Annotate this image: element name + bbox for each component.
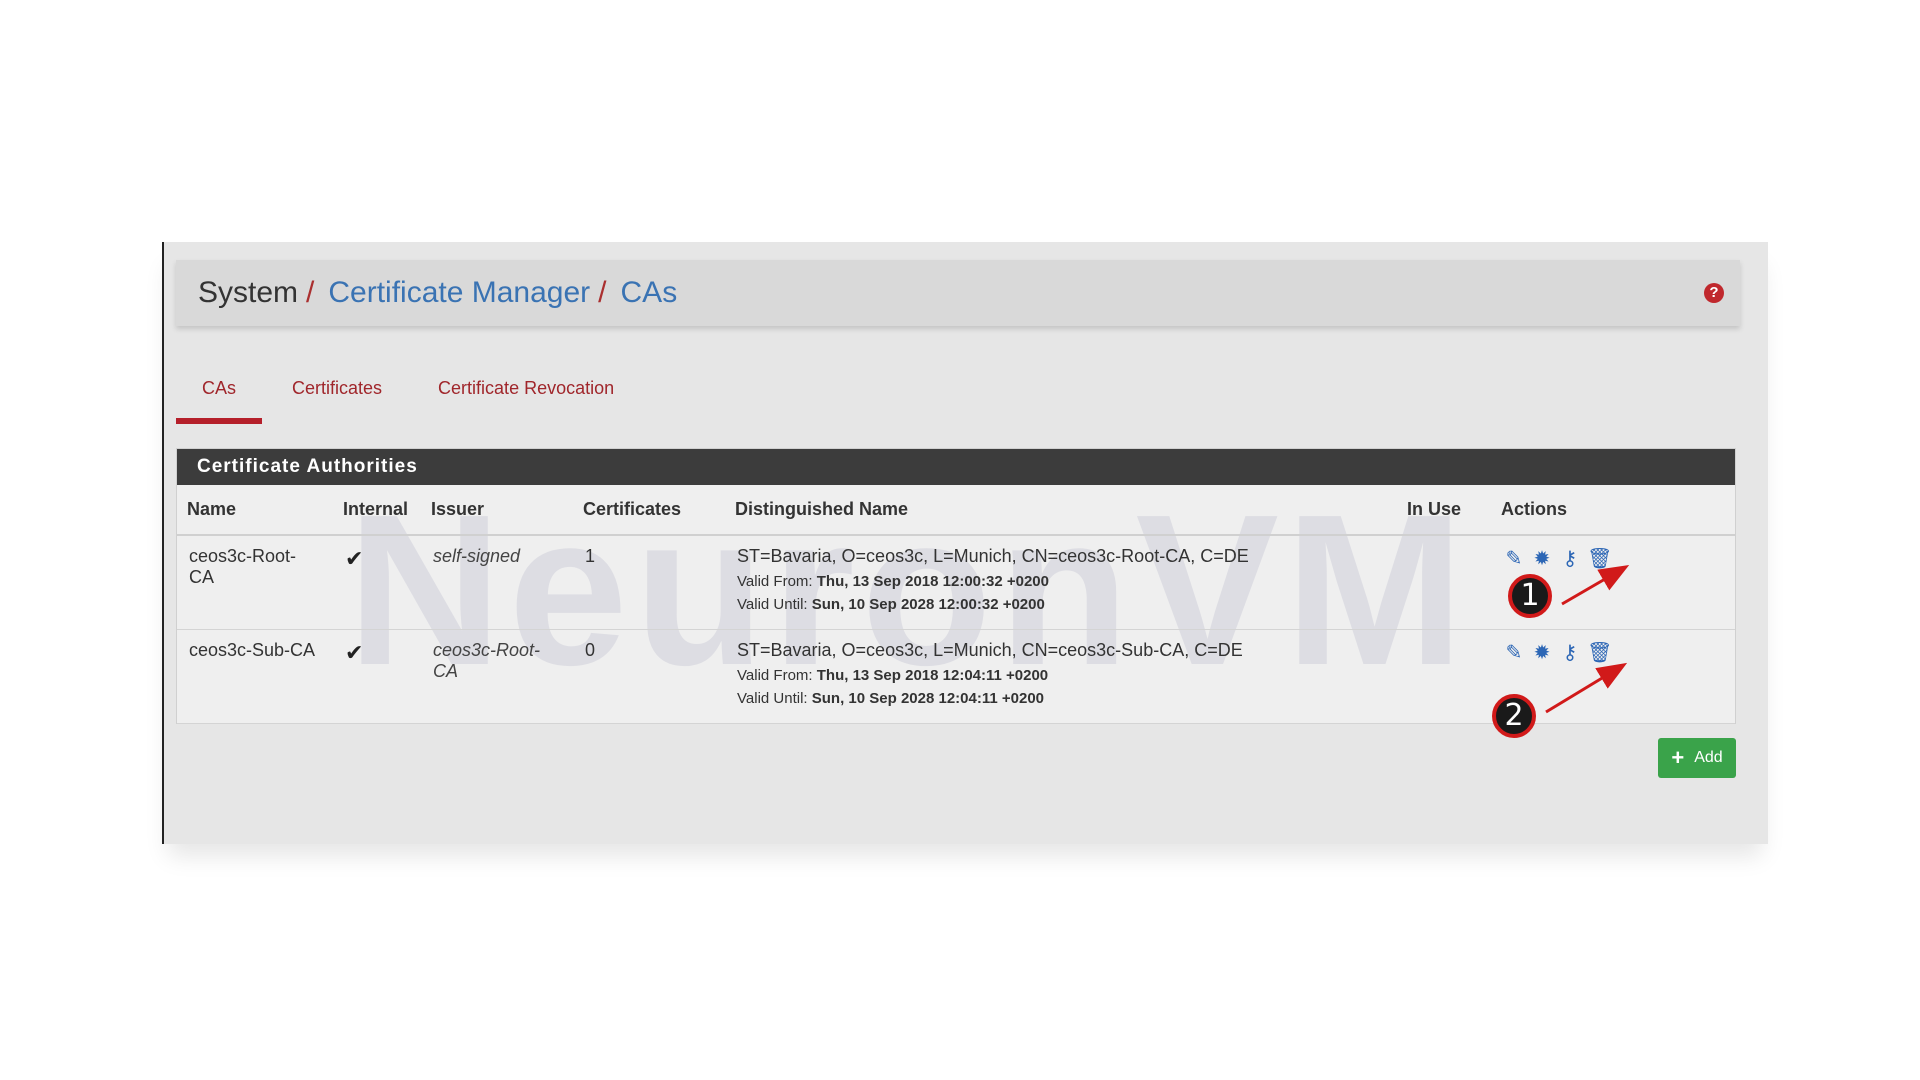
dn-text: ST=Bavaria, O=ceos3c, L=Munich, CN=ceos3… xyxy=(737,546,1249,566)
cell-certificates: 1 xyxy=(573,535,725,630)
cell-issuer: self-signed xyxy=(421,535,573,630)
key-icon[interactable]: ⚷ xyxy=(1559,640,1581,665)
valid-until: Valid Until: Sun, 10 Sep 2028 12:04:11 +… xyxy=(737,690,1385,707)
column-header-actions: Actions xyxy=(1491,485,1735,536)
column-header-distinguished-name[interactable]: Distinguished Name xyxy=(725,485,1397,536)
tab-bar: CAs Certificates Certificate Revocation xyxy=(176,372,644,424)
trash-icon[interactable]: 🗑 xyxy=(1587,640,1612,665)
check-icon: ✔ xyxy=(345,639,364,665)
add-button[interactable]: + Add xyxy=(1658,738,1736,778)
column-header-name[interactable]: Name xyxy=(177,485,333,536)
ca-table: Name Internal Issuer Certificates Distin… xyxy=(177,485,1735,724)
cell-distinguished-name: ST=Bavaria, O=ceos3c, L=Munich, CN=ceos3… xyxy=(725,535,1397,630)
cell-internal: ✔ xyxy=(333,535,421,630)
valid-until-value: Sun, 10 Sep 2028 12:04:11 +0200 xyxy=(811,689,1045,707)
certificate-authorities-panel: Certificate Authorities NeuronVM Name In… xyxy=(176,448,1736,724)
cell-name: ceos3c-Root-CA xyxy=(177,535,333,630)
add-button-label: Add xyxy=(1694,749,1723,766)
cell-internal: ✔ xyxy=(333,629,421,724)
tab-certificates[interactable]: Certificates xyxy=(266,372,408,424)
valid-until-label: Valid Until: xyxy=(737,689,808,707)
tab-cas[interactable]: CAs xyxy=(176,372,263,424)
valid-from-label: Valid From: xyxy=(737,666,813,684)
breadcrumb-system[interactable]: System xyxy=(198,276,298,310)
cell-name: ceos3c-Sub-CA xyxy=(177,629,333,724)
valid-until-value: Sun, 10 Sep 2028 12:00:32 +0200 xyxy=(811,596,1045,613)
valid-from-value: Thu, 13 Sep 2018 12:00:32 +0200 xyxy=(816,573,1049,590)
valid-from: Valid From: Thu, 13 Sep 2018 12:00:32 +0… xyxy=(737,573,1385,590)
breadcrumb-cas[interactable]: CAs xyxy=(621,276,678,310)
breadcrumb-certificate-manager[interactable]: Certificate Manager xyxy=(328,276,590,310)
column-header-in-use[interactable]: In Use xyxy=(1397,485,1491,536)
check-icon: ✔ xyxy=(345,546,364,571)
table-row: ceos3c-Root-CA ✔ self-signed 1 ST=Bavari… xyxy=(177,535,1735,630)
pfsense-screenshot: System / Certificate Manager / CAs ? CAs… xyxy=(162,242,1768,844)
valid-from-label: Valid From: xyxy=(737,573,813,590)
cog-icon[interactable]: ✹ xyxy=(1531,640,1553,665)
cell-distinguished-name: ST=Bavaria, O=ceos3c, L=Munich, CN=ceos3… xyxy=(725,629,1397,724)
tab-certificate-revocation[interactable]: Certificate Revocation xyxy=(412,372,640,424)
breadcrumb-separator: / xyxy=(598,276,607,309)
column-header-issuer[interactable]: Issuer xyxy=(421,485,573,536)
valid-until-label: Valid Until: xyxy=(737,596,808,613)
annotation-badge-1: 1 xyxy=(1508,574,1552,618)
cell-in-use xyxy=(1397,629,1491,724)
cell-certificates: 0 xyxy=(573,629,725,724)
valid-until: Valid Until: Sun, 10 Sep 2028 12:00:32 +… xyxy=(737,596,1385,613)
cog-icon[interactable]: ✹ xyxy=(1531,546,1553,571)
cell-in-use xyxy=(1397,535,1491,630)
valid-from: Valid From: Thu, 13 Sep 2018 12:04:11 +0… xyxy=(737,667,1385,684)
annotation-badge-2: 2 xyxy=(1492,694,1536,738)
dn-text: ST=Bavaria, O=ceos3c, L=Munich, CN=ceos3… xyxy=(737,639,1243,660)
question-circle-icon[interactable]: ? xyxy=(1704,283,1724,303)
panel-title: Certificate Authorities xyxy=(177,449,1735,485)
plus-icon: + xyxy=(1671,745,1685,770)
pencil-icon[interactable]: ✎ xyxy=(1503,640,1525,665)
cell-issuer: ceos3c-Root-CA xyxy=(421,629,573,724)
valid-from-value: Thu, 13 Sep 2018 12:04:11 +0200 xyxy=(816,666,1049,684)
column-header-internal[interactable]: Internal xyxy=(333,485,421,536)
trash-icon[interactable]: 🗑 xyxy=(1587,546,1612,571)
pencil-icon[interactable]: ✎ xyxy=(1503,546,1525,571)
key-icon[interactable]: ⚷ xyxy=(1559,546,1581,571)
breadcrumb-separator: / xyxy=(306,276,315,309)
table-header-row: Name Internal Issuer Certificates Distin… xyxy=(177,485,1735,536)
breadcrumb: System / Certificate Manager / CAs ? xyxy=(176,260,1740,326)
column-header-certificates[interactable]: Certificates xyxy=(573,485,725,536)
